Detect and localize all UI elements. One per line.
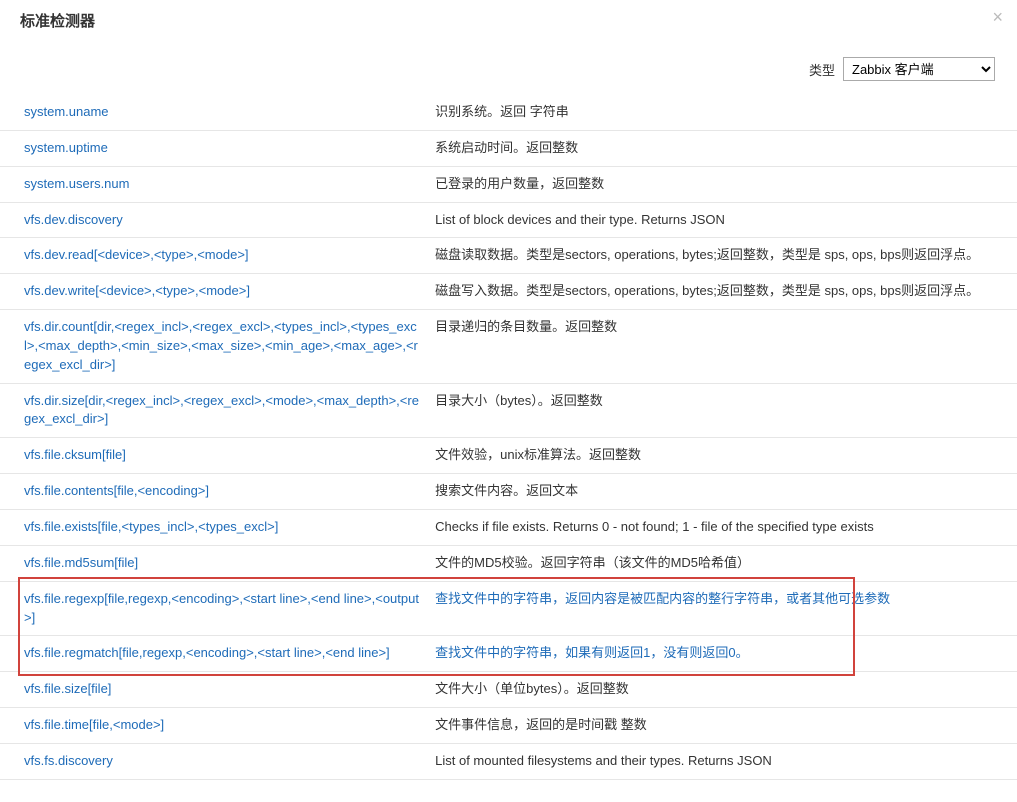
item-desc-cell: 查找文件中的字符串，返回内容是被匹配内容的整行字符串，或者其他可选参数 <box>427 581 1017 636</box>
item-desc-cell: 磁盘写入数据。类型是sectors, operations, bytes;返回整… <box>427 274 1017 310</box>
table-row: vfs.file.time[file,<mode>] 文件事件信息，返回的是时间戳… <box>0 708 1017 744</box>
table-row: vfs.file.cksum[file] 文件效验，unix标准算法。返回整数 <box>0 438 1017 474</box>
item-key-link[interactable]: vfs.file.exists[file,<types_incl>,<types… <box>24 519 278 534</box>
item-key-cell: vfs.file.md5sum[file] <box>0 545 427 581</box>
item-desc-cell: 查找文件中的字符串，如果有则返回1，没有则返回0。 <box>427 636 1017 672</box>
table-row: vfs.file.md5sum[file] 文件的MD5校验。返回字符串（该文件的… <box>0 545 1017 581</box>
table-row: vfs.dev.write[<device>,<type>,<mode>] 磁盘写… <box>0 274 1017 310</box>
items-table: system.uname 识别系统。返回 字符串 system.uptime 系统启动… <box>0 95 1017 780</box>
table-row: vfs.file.regmatch[file,regexp,<encoding>… <box>0 636 1017 672</box>
table-row: vfs.file.regexp[file,regexp,<encoding>,<… <box>0 581 1017 636</box>
item-key-cell: vfs.file.exists[file,<types_incl>,<types… <box>0 509 427 545</box>
item-key-link[interactable]: vfs.dev.write[<device>,<type>,<mode>] <box>24 283 250 298</box>
type-label: 类型 <box>809 60 835 79</box>
filter-bar: 类型 Zabbix 客户端 <box>0 35 1017 95</box>
item-desc-cell: 识别系统。返回 字符串 <box>427 95 1017 130</box>
modal-header: 标准检测器 × <box>0 0 1017 35</box>
item-desc-cell: 搜索文件内容。返回文本 <box>427 474 1017 510</box>
item-key-cell: vfs.dir.size[dir,<regex_incl>,<regex_exc… <box>0 383 427 438</box>
table-row: vfs.file.exists[file,<types_incl>,<types… <box>0 509 1017 545</box>
modal: 标准检测器 × 类型 Zabbix 客户端 system.uname 识别系统。返… <box>0 0 1017 802</box>
item-key-cell: vfs.file.size[file] <box>0 672 427 708</box>
item-desc-cell: 文件的MD5校验。返回字符串（该文件的MD5哈希值） <box>427 545 1017 581</box>
table-row: vfs.dev.discovery List of block devices a… <box>0 202 1017 238</box>
modal-title: 标准检测器 <box>20 13 95 30</box>
item-key-cell: vfs.file.contents[file,<encoding>] <box>0 474 427 510</box>
item-key-link[interactable]: vfs.fs.discovery <box>24 753 113 768</box>
item-key-cell: vfs.dev.discovery <box>0 202 427 238</box>
item-desc-cell: 文件效验，unix标准算法。返回整数 <box>427 438 1017 474</box>
item-key-cell: vfs.dir.count[dir,<regex_incl>,<regex_ex… <box>0 310 427 384</box>
item-desc-cell: 文件大小（单位bytes）。返回整数 <box>427 672 1017 708</box>
item-key-link[interactable]: vfs.dev.discovery <box>24 212 123 227</box>
item-key-cell: vfs.file.regmatch[file,regexp,<encoding>… <box>0 636 427 672</box>
item-key-link[interactable]: vfs.file.regexp[file,regexp,<encoding>,<… <box>24 591 419 625</box>
table-row: system.uname 识别系统。返回 字符串 <box>0 95 1017 130</box>
table-row: vfs.fs.discovery List of mounted filesyst… <box>0 743 1017 779</box>
item-key-link[interactable]: vfs.dev.read[<device>,<type>,<mode>] <box>24 247 249 262</box>
item-key-cell: vfs.fs.discovery <box>0 743 427 779</box>
table-row: system.users.num 已登录的用户数量，返回整数 <box>0 166 1017 202</box>
item-key-cell: vfs.file.cksum[file] <box>0 438 427 474</box>
item-key-cell: vfs.dev.write[<device>,<type>,<mode>] <box>0 274 427 310</box>
item-desc-cell: 系统启动时间。返回整数 <box>427 130 1017 166</box>
item-key-link[interactable]: vfs.file.contents[file,<encoding>] <box>24 483 209 498</box>
table-wrap: system.uname 识别系统。返回 字符串 system.uptime 系统启动… <box>0 95 1017 802</box>
item-desc-cell: List of mounted filesystems and their ty… <box>427 743 1017 779</box>
item-key-link[interactable]: system.users.num <box>24 176 129 191</box>
table-row: vfs.dir.count[dir,<regex_incl>,<regex_ex… <box>0 310 1017 384</box>
item-desc-cell: List of block devices and their type. Re… <box>427 202 1017 238</box>
item-desc-cell: 目录递归的条目数量。返回整数 <box>427 310 1017 384</box>
item-key-link[interactable]: vfs.dir.size[dir,<regex_incl>,<regex_exc… <box>24 393 419 427</box>
item-desc-cell: 文件事件信息，返回的是时间戳 整数 <box>427 708 1017 744</box>
item-key-link[interactable]: vfs.file.time[file,<mode>] <box>24 717 164 732</box>
item-key-link[interactable]: vfs.file.size[file] <box>24 681 111 696</box>
table-row: vfs.file.contents[file,<encoding>] 搜索文件内容… <box>0 474 1017 510</box>
table-row: vfs.file.size[file] 文件大小（单位bytes）。返回整数 <box>0 672 1017 708</box>
item-key-cell: system.uptime <box>0 130 427 166</box>
item-key-cell: vfs.dev.read[<device>,<type>,<mode>] <box>0 238 427 274</box>
type-select[interactable]: Zabbix 客户端 <box>843 57 995 81</box>
item-key-link[interactable]: system.uptime <box>24 140 108 155</box>
item-desc-cell: 磁盘读取数据。类型是sectors, operations, bytes;返回整… <box>427 238 1017 274</box>
item-key-cell: system.users.num <box>0 166 427 202</box>
item-desc-cell: 目录大小（bytes）。返回整数 <box>427 383 1017 438</box>
item-key-link[interactable]: vfs.file.md5sum[file] <box>24 555 138 570</box>
item-key-link[interactable]: vfs.file.regmatch[file,regexp,<encoding>… <box>24 645 390 660</box>
item-desc-cell: 已登录的用户数量，返回整数 <box>427 166 1017 202</box>
item-key-cell: vfs.file.regexp[file,regexp,<encoding>,<… <box>0 581 427 636</box>
item-key-link[interactable]: vfs.dir.count[dir,<regex_incl>,<regex_ex… <box>24 319 418 372</box>
item-key-link[interactable]: vfs.file.cksum[file] <box>24 447 126 462</box>
close-icon[interactable]: × <box>992 8 1003 26</box>
item-key-cell: vfs.file.time[file,<mode>] <box>0 708 427 744</box>
table-row: vfs.dev.read[<device>,<type>,<mode>] 磁盘读取… <box>0 238 1017 274</box>
table-row: vfs.dir.size[dir,<regex_incl>,<regex_exc… <box>0 383 1017 438</box>
item-desc-cell: Checks if file exists. Returns 0 - not f… <box>427 509 1017 545</box>
item-key-link[interactable]: system.uname <box>24 104 109 119</box>
item-key-cell: system.uname <box>0 95 427 130</box>
table-row: system.uptime 系统启动时间。返回整数 <box>0 130 1017 166</box>
